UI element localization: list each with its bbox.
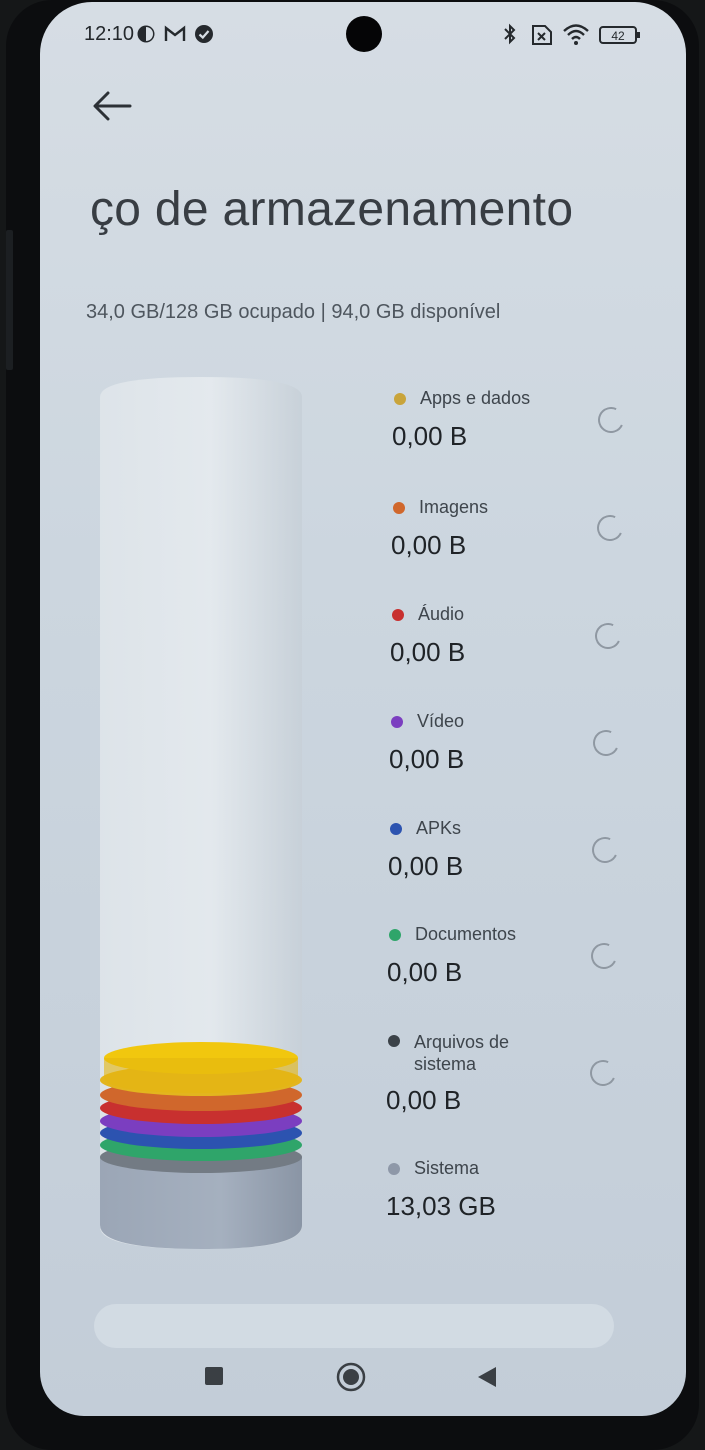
home-circle-icon[interactable] bbox=[336, 1362, 366, 1392]
legend-head: Sistema bbox=[386, 1157, 616, 1181]
legend-color-dot bbox=[388, 1035, 400, 1047]
legend-value: 0,00 B bbox=[391, 530, 467, 560]
wifi-icon bbox=[563, 24, 589, 45]
legend-value: 0,00 B bbox=[392, 421, 468, 451]
front-camera bbox=[346, 16, 382, 52]
legend-label: Documentos bbox=[415, 924, 517, 944]
legend-value: 0,00 B bbox=[387, 957, 463, 987]
no-sim-icon bbox=[532, 25, 552, 45]
gmail-icon bbox=[164, 25, 186, 41]
legend-item-apks[interactable]: APKs 0,00 B bbox=[388, 817, 618, 881]
legend-label: APKs bbox=[416, 818, 462, 838]
legend-label: Apps e dados bbox=[420, 388, 531, 408]
legend-value: 0,00 B bbox=[388, 851, 464, 881]
legend-value: 0,00 B bbox=[389, 744, 465, 774]
legend-label: Imagens bbox=[419, 497, 489, 517]
legend-item-apps-e-dados[interactable]: Apps e dados 0,00 B bbox=[392, 387, 622, 451]
loading-spinner-icon bbox=[586, 1056, 620, 1090]
back-triangle-icon[interactable] bbox=[476, 1366, 498, 1388]
legend-color-dot bbox=[388, 1163, 400, 1175]
legend-color-dot bbox=[393, 502, 405, 514]
legend-value: 0,00 B bbox=[390, 637, 466, 667]
status-time: 12:10 bbox=[84, 23, 135, 45]
legend-head: Documentos bbox=[387, 923, 617, 947]
legend-label: Áudio bbox=[418, 604, 465, 624]
status-bar: 12:10 42 bbox=[40, 2, 686, 66]
legend-label: Vídeo bbox=[417, 711, 465, 731]
legend-color-dot bbox=[390, 823, 402, 835]
bluetooth-icon bbox=[504, 23, 516, 45]
recents-square-icon[interactable] bbox=[204, 1366, 224, 1386]
check-badge-icon bbox=[195, 25, 213, 43]
legend-head: Apps e dados bbox=[392, 387, 622, 411]
legend-color-dot bbox=[389, 929, 401, 941]
legend-item-sistema[interactable]: Sistema 13,03 GB bbox=[386, 1157, 616, 1221]
svg-text:42: 42 bbox=[611, 29, 625, 43]
battery-icon: 42 bbox=[599, 26, 640, 44]
legend-item-imagens[interactable]: Imagens 0,00 B bbox=[391, 496, 621, 560]
page-title: ço de armazenamento bbox=[90, 183, 574, 236]
legend-head: Áudio bbox=[390, 603, 620, 627]
legend-head: Arquivos de sistema bbox=[386, 1029, 616, 1074]
screen: 12:10 42 ço de armazenamento 34,0 GB/128… bbox=[40, 2, 686, 1416]
navigation-bar bbox=[40, 1348, 686, 1408]
legend-color-dot bbox=[392, 609, 404, 621]
legend-item-documentos[interactable]: Documentos 0,00 B bbox=[387, 923, 617, 987]
legend-color-dot bbox=[391, 716, 403, 728]
contrast-icon bbox=[137, 25, 155, 43]
legend-head: APKs bbox=[388, 817, 618, 841]
storage-cylinder-chart bbox=[96, 377, 306, 1257]
back-button[interactable] bbox=[90, 86, 134, 126]
legend-item-video[interactable]: Vídeo 0,00 B bbox=[389, 710, 619, 774]
storage-summary: 34,0 GB/128 GB ocupado | 94,0 GB disponí… bbox=[86, 301, 501, 323]
side-key bbox=[6, 230, 13, 370]
legend-item-audio[interactable]: Áudio 0,00 B bbox=[390, 603, 620, 667]
phone-frame: 12:10 42 ço de armazenamento 34,0 GB/128… bbox=[6, 0, 699, 1450]
legend-head: Imagens bbox=[391, 496, 621, 520]
legend-value: 13,03 GB bbox=[386, 1191, 496, 1221]
action-button[interactable] bbox=[94, 1304, 614, 1348]
legend-head: Vídeo bbox=[389, 710, 619, 734]
legend-label: Sistema bbox=[414, 1158, 480, 1178]
legend-label: Arquivos de sistema bbox=[414, 1032, 510, 1074]
legend-item-arquivos-de-sistema[interactable]: Arquivos de sistema 0,00 B bbox=[386, 1029, 616, 1115]
legend-color-dot bbox=[394, 393, 406, 405]
legend-value: 0,00 B bbox=[386, 1085, 462, 1115]
